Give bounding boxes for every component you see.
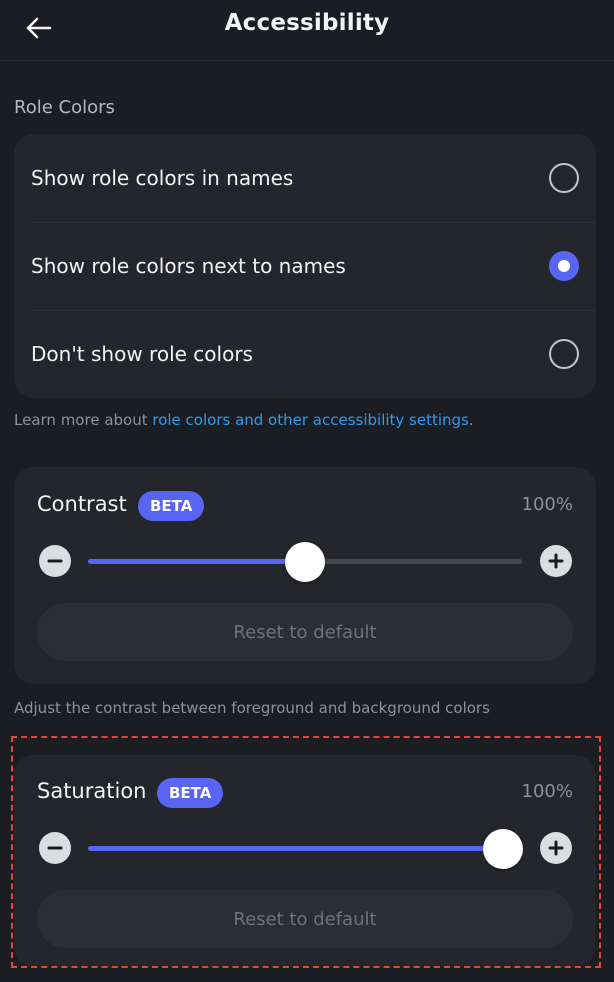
option-label: Don't show role colors (31, 342, 253, 366)
role-colors-option-none[interactable]: Don't show role colors (14, 310, 596, 398)
help-suffix: . (468, 411, 474, 429)
radio-unchecked[interactable] (549, 339, 579, 369)
saturation-slider-fill (88, 846, 503, 851)
contrast-reset-button[interactable]: Reset to default (37, 603, 573, 661)
top-bar: Accessibility (0, 0, 614, 61)
role-colors-card: Show role colors in names Show role colo… (14, 134, 596, 398)
role-colors-option-next-to-names[interactable]: Show role colors next to names (14, 222, 596, 310)
help-prefix: Learn more about (14, 411, 153, 429)
saturation-increase-button[interactable] (540, 832, 572, 864)
contrast-card: Contrast BETA 100% Reset to default (14, 467, 596, 684)
contrast-decrease-button[interactable] (39, 545, 71, 577)
radio-checked[interactable] (549, 251, 579, 281)
beta-badge: BETA (157, 778, 224, 808)
minus-icon (47, 846, 63, 850)
contrast-help: Adjust the contrast between foreground a… (14, 699, 490, 717)
option-label: Show role colors in names (31, 166, 294, 190)
saturation-slider-thumb[interactable] (483, 828, 523, 869)
saturation-decrease-button[interactable] (39, 832, 71, 864)
saturation-reset-button[interactable]: Reset to default (37, 890, 573, 948)
saturation-slider[interactable] (88, 828, 523, 869)
contrast-slider-fill (88, 559, 305, 564)
minus-icon (47, 559, 63, 563)
saturation-card: Saturation BETA 100% Reset to default (14, 755, 596, 967)
role-colors-help: Learn more about role colors and other a… (14, 411, 474, 429)
section-label-role-colors: Role Colors (14, 97, 115, 118)
role-colors-option-in-names[interactable]: Show role colors in names (14, 134, 596, 222)
plus-icon (548, 553, 564, 569)
radio-unchecked[interactable] (549, 163, 579, 193)
page-title: Accessibility (224, 10, 390, 36)
contrast-increase-button[interactable] (540, 545, 572, 577)
saturation-title: Saturation (37, 779, 147, 803)
plus-icon (548, 840, 564, 856)
accessibility-settings-link[interactable]: role colors and other accessibility sett… (152, 411, 469, 429)
contrast-title: Contrast (37, 492, 127, 516)
option-label: Show role colors next to names (31, 254, 346, 278)
contrast-slider-thumb[interactable] (285, 541, 325, 582)
contrast-slider[interactable] (88, 541, 522, 582)
saturation-value: 100% (521, 781, 573, 802)
beta-badge: BETA (138, 491, 205, 521)
contrast-value: 100% (521, 494, 573, 515)
